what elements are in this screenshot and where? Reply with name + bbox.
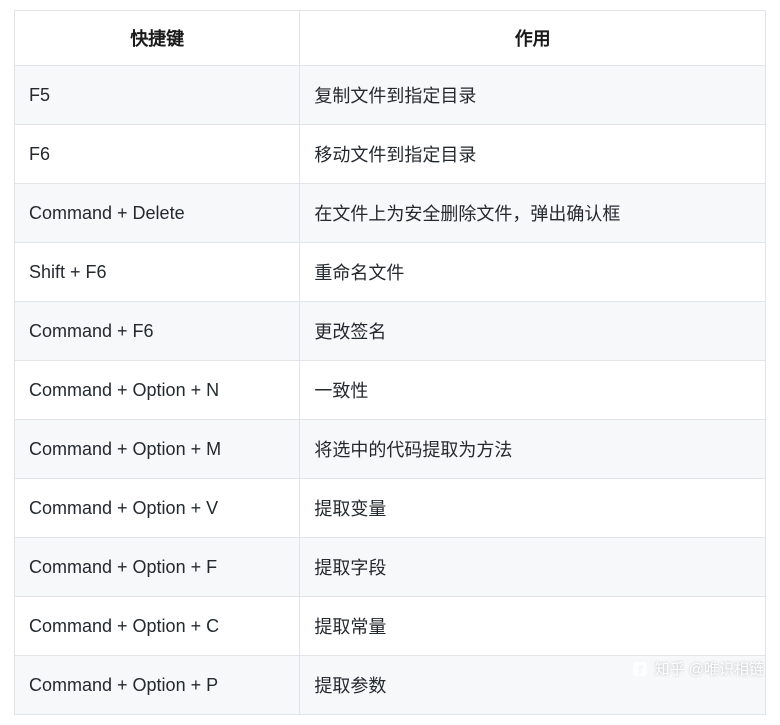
cell-action: 在文件上为安全删除文件，弹出确认框 bbox=[300, 184, 766, 243]
cell-action: 将选中的代码提取为方法 bbox=[300, 420, 766, 479]
cell-shortcut: Command + Option + F bbox=[15, 538, 300, 597]
table-header-row: 快捷键 作用 bbox=[15, 11, 766, 66]
table-row: Command + Delete 在文件上为安全删除文件，弹出确认框 bbox=[15, 184, 766, 243]
cell-shortcut: F6 bbox=[15, 125, 300, 184]
cell-shortcut: Command + Option + V bbox=[15, 479, 300, 538]
cell-shortcut: Command + Option + P bbox=[15, 656, 300, 715]
cell-shortcut: Command + Delete bbox=[15, 184, 300, 243]
cell-shortcut: Command + F6 bbox=[15, 302, 300, 361]
cell-action: 提取常量 bbox=[300, 597, 766, 656]
cell-shortcut: Command + Option + M bbox=[15, 420, 300, 479]
cell-action: 移动文件到指定目录 bbox=[300, 125, 766, 184]
table-row: F6 移动文件到指定目录 bbox=[15, 125, 766, 184]
shortcuts-table: 快捷键 作用 F5 复制文件到指定目录 F6 移动文件到指定目录 Command… bbox=[14, 10, 766, 715]
table-row: Command + Option + C 提取常量 bbox=[15, 597, 766, 656]
table-row: Command + Option + F 提取字段 bbox=[15, 538, 766, 597]
cell-action: 复制文件到指定目录 bbox=[300, 66, 766, 125]
cell-action: 更改签名 bbox=[300, 302, 766, 361]
table-row: Command + Option + N 一致性 bbox=[15, 361, 766, 420]
zhihu-icon bbox=[631, 660, 649, 678]
cell-action: 重命名文件 bbox=[300, 243, 766, 302]
cell-shortcut: Shift + F6 bbox=[15, 243, 300, 302]
cell-action: 提取变量 bbox=[300, 479, 766, 538]
watermark-text: 知乎 @唯识相链 bbox=[655, 658, 764, 679]
header-shortcut: 快捷键 bbox=[15, 11, 300, 66]
shortcuts-table-wrapper: 快捷键 作用 F5 复制文件到指定目录 F6 移动文件到指定目录 Command… bbox=[0, 0, 780, 725]
cell-action: 提取字段 bbox=[300, 538, 766, 597]
table-row: Command + F6 更改签名 bbox=[15, 302, 766, 361]
header-action: 作用 bbox=[300, 11, 766, 66]
cell-shortcut: Command + Option + N bbox=[15, 361, 300, 420]
table-row: F5 复制文件到指定目录 bbox=[15, 66, 766, 125]
table-row: Shift + F6 重命名文件 bbox=[15, 243, 766, 302]
cell-shortcut: F5 bbox=[15, 66, 300, 125]
table-row: Command + Option + M 将选中的代码提取为方法 bbox=[15, 420, 766, 479]
table-row: Command + Option + V 提取变量 bbox=[15, 479, 766, 538]
cell-action: 一致性 bbox=[300, 361, 766, 420]
watermark: 知乎 @唯识相链 bbox=[631, 658, 764, 679]
cell-shortcut: Command + Option + C bbox=[15, 597, 300, 656]
